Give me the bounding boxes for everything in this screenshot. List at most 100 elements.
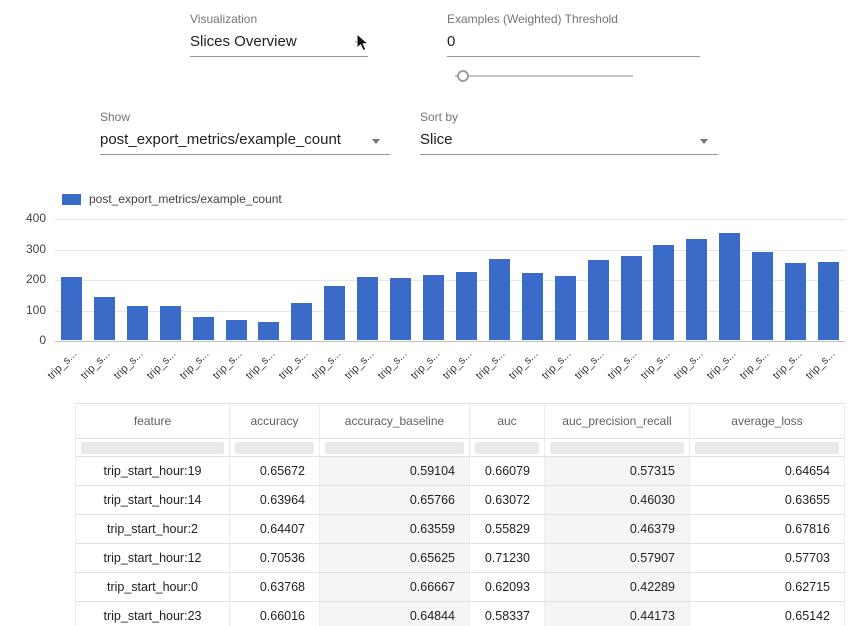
feature-cell: trip_start_hour:23 bbox=[75, 602, 230, 626]
feature-cell: trip_start_hour:12 bbox=[75, 544, 230, 573]
table-row: trip_start_hour:140.639640.657660.630720… bbox=[75, 486, 845, 515]
metric-cell: 0.55829 bbox=[470, 515, 545, 544]
feature-cell: trip_start_hour:2 bbox=[75, 515, 230, 544]
metric-cell: 0.65142 bbox=[690, 602, 845, 626]
bar[interactable] bbox=[621, 256, 642, 340]
metric-cell: 0.63559 bbox=[320, 515, 470, 544]
metric-cell: 0.62715 bbox=[690, 573, 845, 602]
metric-cell: 0.63964 bbox=[230, 486, 320, 515]
bar[interactable] bbox=[390, 278, 411, 340]
column-filter-input[interactable] bbox=[695, 442, 839, 454]
metric-cell: 0.65766 bbox=[320, 486, 470, 515]
bar[interactable] bbox=[555, 276, 576, 340]
sort-by-value[interactable]: Slice bbox=[420, 131, 718, 155]
threshold-field[interactable]: Examples (Weighted) Threshold 0 bbox=[447, 12, 700, 57]
y-axis-tick: 400 bbox=[12, 211, 46, 225]
metric-cell: 0.58337 bbox=[470, 602, 545, 626]
y-axis-tick: 200 bbox=[12, 272, 46, 286]
threshold-slider[interactable] bbox=[455, 69, 633, 82]
show-label: Show bbox=[100, 110, 390, 124]
table-row: trip_start_hour:230.660160.648440.583370… bbox=[75, 602, 845, 626]
metric-cell: 0.65672 bbox=[230, 457, 320, 486]
visualization-label: Visualization bbox=[190, 12, 368, 26]
metric-cell: 0.67816 bbox=[690, 515, 845, 544]
metric-cell: 0.46030 bbox=[545, 486, 690, 515]
bar[interactable] bbox=[686, 239, 707, 340]
table-row: trip_start_hour:20.644070.635590.55829 0.… bbox=[75, 515, 845, 544]
column-header[interactable]: average_loss bbox=[690, 403, 845, 439]
feature-cell: trip_start_hour:0 bbox=[75, 573, 230, 602]
metric-cell: 0.57703 bbox=[690, 544, 845, 573]
metric-cell: 0.65625 bbox=[320, 544, 470, 573]
bar[interactable] bbox=[61, 277, 82, 340]
bar[interactable] bbox=[160, 306, 181, 340]
gridline bbox=[55, 219, 845, 220]
bar[interactable] bbox=[226, 320, 247, 340]
metric-cell: 0.66667 bbox=[320, 573, 470, 602]
bar[interactable] bbox=[423, 275, 444, 340]
metric-cell: 0.71230 bbox=[470, 544, 545, 573]
y-axis-tick: 0 bbox=[12, 333, 46, 347]
bar[interactable] bbox=[653, 245, 674, 340]
metric-cell: 0.70536 bbox=[230, 544, 320, 573]
bar[interactable] bbox=[818, 262, 839, 340]
threshold-input[interactable]: 0 bbox=[447, 33, 700, 57]
bar[interactable] bbox=[94, 297, 115, 340]
column-header[interactable]: feature bbox=[75, 403, 230, 439]
slices-bar-chart: post_export_metrics/example_count 0 100 20… bbox=[0, 190, 863, 402]
mouse-cursor bbox=[356, 33, 372, 53]
sort-by-select[interactable]: Sort by Slice bbox=[420, 110, 718, 155]
column-header[interactable]: auc bbox=[470, 403, 545, 439]
column-filter-input[interactable] bbox=[475, 442, 539, 454]
bar[interactable] bbox=[719, 233, 740, 340]
bar[interactable] bbox=[489, 259, 510, 340]
table-row: trip_start_hour:00.637680.666670.620930.… bbox=[75, 573, 845, 602]
bar[interactable] bbox=[785, 263, 806, 340]
slider-thumb[interactable] bbox=[457, 70, 469, 82]
y-axis-tick: 100 bbox=[12, 303, 46, 317]
table-row: trip_start_hour:190.656720.591040.660790… bbox=[75, 457, 845, 486]
visualization-select[interactable]: Visualization Slices Overview bbox=[190, 12, 368, 57]
metric-cell: 0.63655 bbox=[690, 486, 845, 515]
bar[interactable] bbox=[193, 317, 214, 340]
table-row: trip_start_hour:120.705360.656250.712300… bbox=[75, 544, 845, 573]
feature-cell: trip_start_hour:14 bbox=[75, 486, 230, 515]
chart-legend: post_export_metrics/example_count bbox=[62, 192, 282, 206]
column-header[interactable]: accuracy_baseline bbox=[320, 403, 470, 439]
column-filter-input[interactable] bbox=[235, 442, 314, 454]
chevron-down-icon[interactable] bbox=[372, 139, 380, 144]
bar[interactable] bbox=[456, 272, 477, 340]
show-value[interactable]: post_export_metrics/example_count bbox=[100, 131, 390, 155]
visualization-value[interactable]: Slices Overview bbox=[190, 33, 368, 57]
metric-cell: 0.63768 bbox=[230, 573, 320, 602]
bar[interactable] bbox=[127, 306, 148, 340]
metric-cell: 0.64407 bbox=[230, 515, 320, 544]
metric-cell: 0.62093 bbox=[470, 573, 545, 602]
bar[interactable] bbox=[324, 286, 345, 340]
bar[interactable] bbox=[357, 277, 378, 340]
metric-cell: 0.64844 bbox=[320, 602, 470, 626]
metrics-table: featureaccuracyaccuracy_baselineaucauc_p… bbox=[75, 403, 845, 626]
bar[interactable] bbox=[258, 322, 279, 340]
metric-cell: 0.42289 bbox=[545, 573, 690, 602]
metric-cell: 0.59104 bbox=[320, 457, 470, 486]
slider-track[interactable] bbox=[455, 75, 633, 77]
sort-by-label: Sort by bbox=[420, 110, 718, 124]
bar[interactable] bbox=[522, 273, 543, 340]
metric-cell: 0.44173 bbox=[545, 602, 690, 626]
show-metric-select[interactable]: Show post_export_metrics/example_count bbox=[100, 110, 390, 155]
column-filter-input[interactable] bbox=[325, 442, 464, 454]
bar[interactable] bbox=[588, 260, 609, 340]
column-header[interactable]: auc_precision_recall bbox=[545, 403, 690, 439]
metric-cell: 0.57907 bbox=[545, 544, 690, 573]
chevron-down-icon[interactable] bbox=[700, 139, 708, 144]
feature-cell: trip_start_hour:19 bbox=[75, 457, 230, 486]
threshold-label: Examples (Weighted) Threshold bbox=[447, 12, 700, 26]
y-axis-tick: 300 bbox=[12, 242, 46, 256]
column-filter-input[interactable] bbox=[550, 442, 684, 454]
bar[interactable] bbox=[291, 303, 312, 340]
table-filter-row bbox=[75, 439, 845, 457]
column-filter-input[interactable] bbox=[81, 442, 224, 454]
bar[interactable] bbox=[752, 252, 773, 340]
column-header[interactable]: accuracy bbox=[230, 403, 320, 439]
